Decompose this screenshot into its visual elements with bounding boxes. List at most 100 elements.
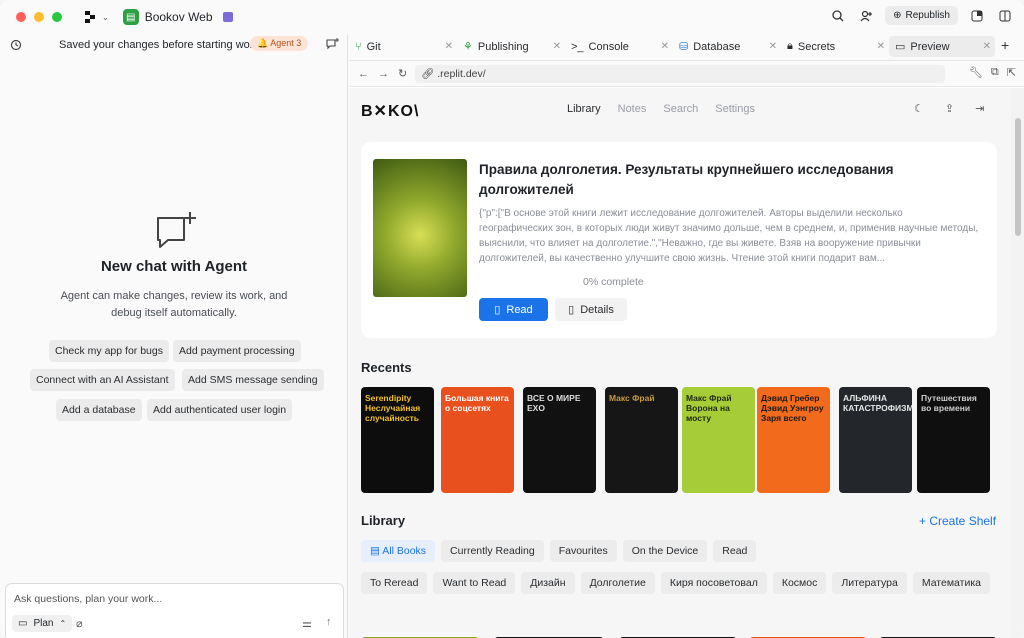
scrollbar-thumb[interactable] bbox=[1015, 118, 1021, 236]
close-icon[interactable]: ✕ bbox=[445, 41, 453, 52]
close-window-button[interactable] bbox=[16, 12, 26, 22]
filter-chip[interactable]: Математика bbox=[912, 572, 990, 594]
recent-book[interactable]: ВСЕ О МИРЕ EXO bbox=[523, 387, 596, 493]
filter-row-2: To Reread Want to Read Дизайн Долголетие… bbox=[361, 572, 990, 594]
tab-console[interactable]: >_ Console ✕ bbox=[565, 36, 673, 57]
book-progress: 0% complete bbox=[583, 276, 644, 288]
moon-icon[interactable]: ☾ bbox=[914, 102, 924, 115]
details-button[interactable]: ▯ Details bbox=[555, 298, 627, 321]
filter-chip[interactable]: Дизайн bbox=[521, 572, 575, 594]
history-icon[interactable] bbox=[10, 39, 22, 54]
suggestion-chip[interactable]: Add SMS message sending bbox=[182, 369, 324, 391]
plan-mode-button[interactable]: ▭ Plan ⌃ bbox=[12, 615, 73, 632]
agent-badge-label: Agent 3 bbox=[270, 38, 302, 48]
recent-book[interactable]: Путешествия во времени bbox=[917, 387, 990, 493]
filter-chip[interactable]: Read bbox=[713, 540, 757, 562]
reload-icon[interactable]: ↻ bbox=[398, 67, 407, 80]
new-chat-illustration-icon bbox=[157, 212, 196, 248]
replit-menu-button[interactable]: ⌄ bbox=[84, 10, 109, 24]
agent-composer[interactable]: Ask questions, plan your work... ▭ Plan … bbox=[5, 583, 344, 638]
filter-chip[interactable]: Космос bbox=[772, 572, 827, 594]
recent-book[interactable]: Макс Фрай bbox=[605, 387, 678, 493]
read-button[interactable]: ▯ Read bbox=[479, 298, 548, 321]
tab-label: Secrets bbox=[797, 40, 836, 53]
suggestion-chip[interactable]: Add a database bbox=[56, 399, 142, 421]
details-label: Details bbox=[580, 303, 614, 316]
tab-preview[interactable]: ▭ Preview ✕ bbox=[889, 36, 995, 57]
filter-chip[interactable]: To Reread bbox=[361, 572, 428, 594]
tab-database[interactable]: ⛁ Database ✕ bbox=[673, 36, 781, 57]
suggestion-chip[interactable]: Connect with an AI Assistant bbox=[30, 369, 175, 391]
agent-input[interactable]: Ask questions, plan your work... bbox=[14, 593, 162, 605]
filter-chip[interactable]: Киря посоветовал bbox=[660, 572, 767, 594]
pane-toggle-icon[interactable] bbox=[968, 7, 986, 25]
filter-chip[interactable]: On the Device bbox=[622, 540, 708, 562]
recent-book-title: Большая книга о соцсетях bbox=[445, 393, 509, 413]
filter-chip[interactable]: Литература bbox=[832, 572, 907, 594]
nav-library[interactable]: Library bbox=[567, 103, 601, 115]
workspace-tabs: ⑂ Git ✕ ⚘ Publishing ✕ >_ Console ✕ ⛁ Da… bbox=[349, 34, 1024, 59]
close-icon[interactable]: ✕ bbox=[769, 41, 777, 52]
recent-book-title: Путешествия во времени bbox=[921, 393, 977, 413]
close-icon[interactable]: ✕ bbox=[983, 41, 991, 52]
nav-notes[interactable]: Notes bbox=[618, 103, 647, 115]
filter-all-books[interactable]: ▤ All Books bbox=[361, 540, 436, 562]
recent-book[interactable]: Макс Фрай Ворона на мосту bbox=[682, 387, 755, 493]
book-cover[interactable] bbox=[373, 159, 467, 297]
open-external-icon[interactable]: ⇱ bbox=[1007, 66, 1016, 79]
attach-icon[interactable]: ⌀ bbox=[76, 617, 83, 630]
devtools-icon[interactable]: 🔧︎ bbox=[969, 66, 983, 79]
close-icon[interactable]: ✕ bbox=[553, 41, 561, 52]
logout-icon[interactable]: ⇥ bbox=[975, 102, 984, 115]
url-field[interactable]: 🔗︎ .replit.dev/ bbox=[415, 65, 945, 83]
recent-book[interactable]: Большая книга о соцсетях bbox=[441, 387, 514, 493]
recent-book[interactable]: АЛЬФИНА КАТАСТРОФИЗМ bbox=[839, 387, 912, 493]
recent-book[interactable]: Дэвид Гребер Дэвид Уэнгроу Заря всего bbox=[757, 387, 830, 493]
suggestion-chip[interactable]: Check my app for bugs bbox=[49, 340, 169, 362]
filter-chip[interactable]: Currently Reading bbox=[441, 540, 544, 562]
window-controls bbox=[16, 12, 62, 22]
suggestion-chip[interactable]: Add authenticated user login bbox=[147, 399, 293, 421]
close-icon[interactable]: ✕ bbox=[877, 41, 885, 52]
nav-settings[interactable]: Settings bbox=[715, 103, 755, 115]
preview-pane: ← → ↻ 🔗︎ .replit.dev/ 🔧︎ ⧉ ⇱ B✕KO\ Libra… bbox=[349, 60, 1024, 638]
tab-publishing[interactable]: ⚘ Publishing ✕ bbox=[457, 36, 565, 57]
search-icon[interactable] bbox=[829, 7, 847, 25]
tab-label: Preview bbox=[910, 40, 950, 53]
create-shelf-button[interactable]: + Create Shelf bbox=[919, 514, 996, 528]
nav-search[interactable]: Search bbox=[663, 103, 698, 115]
republish-button[interactable]: ⊕ Republish bbox=[885, 6, 958, 25]
agent-badge[interactable]: 🔔 Agent 3 bbox=[250, 36, 309, 51]
filter-chip[interactable]: Favourites bbox=[549, 540, 617, 562]
new-tab-icon[interactable]: + bbox=[1001, 37, 1009, 53]
tab-git[interactable]: ⑂ Git ✕ bbox=[349, 36, 457, 57]
invite-user-icon[interactable] bbox=[857, 7, 875, 25]
zoom-window-button[interactable] bbox=[52, 12, 62, 22]
recent-book-title: Макс Фрай bbox=[609, 393, 655, 403]
recents-title: Recents bbox=[361, 360, 412, 375]
suggestion-chip[interactable]: Add payment processing bbox=[173, 340, 301, 362]
sidebar-toggle-icon[interactable] bbox=[996, 7, 1014, 25]
site-actions: ☾ ⇪ ⇥ bbox=[914, 102, 984, 115]
send-icon[interactable]: ↑ bbox=[326, 616, 332, 628]
recent-book[interactable]: Serendipity Неслучайная случайность bbox=[361, 387, 434, 493]
republish-icon: ⊕ bbox=[893, 10, 902, 21]
filter-chip[interactable]: Долголетие bbox=[580, 572, 655, 594]
back-icon[interactable]: ← bbox=[358, 68, 369, 80]
database-icon: ⛁ bbox=[679, 41, 689, 53]
settings-sliders-icon[interactable]: ⚌ bbox=[302, 617, 312, 630]
upload-icon[interactable]: ⇪ bbox=[945, 102, 954, 115]
repl-name[interactable]: Bookov Web bbox=[145, 10, 213, 24]
devices-icon[interactable]: ⧉ bbox=[991, 66, 999, 79]
new-chat-icon[interactable] bbox=[326, 38, 339, 53]
close-icon[interactable]: ✕ bbox=[661, 41, 669, 52]
agent-header: Saved your changes before starting work … bbox=[0, 34, 347, 58]
library-title: Library bbox=[361, 513, 406, 528]
book-title: Правила долголетия. Результаты крупнейше… bbox=[479, 162, 894, 197]
tab-label: Database bbox=[693, 40, 741, 53]
minimize-window-button[interactable] bbox=[34, 12, 44, 22]
tab-secrets[interactable]: 🔒︎ Secrets ✕ bbox=[781, 36, 889, 57]
filter-chip[interactable]: Want to Read bbox=[433, 572, 516, 594]
forward-icon[interactable]: → bbox=[378, 68, 389, 80]
site-logo[interactable]: B✕KO\ bbox=[361, 101, 419, 121]
